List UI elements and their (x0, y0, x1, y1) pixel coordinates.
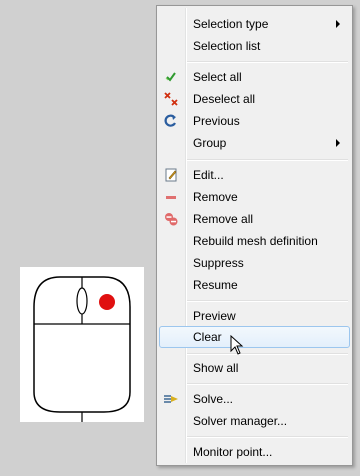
remove-all-icon (165, 213, 178, 226)
select-all-icon (165, 72, 176, 82)
menu-item-label: Clear (193, 330, 222, 344)
menu-item-group[interactable]: Group (159, 132, 350, 154)
menu-item-suppress[interactable]: Suppress (159, 252, 350, 274)
menu-item-remove-all[interactable]: Remove all (159, 208, 350, 230)
menu-item-monitor-point[interactable]: Monitor point... (159, 441, 350, 463)
menu-item-label: Remove (193, 190, 238, 204)
menu-item-label: Group (193, 136, 227, 150)
remove-icon (166, 196, 176, 199)
menu-separator (187, 436, 348, 438)
context-menu: Selection type Selection list Select all… (156, 5, 353, 466)
menu-item-edit[interactable]: Edit... (159, 164, 350, 186)
menu-item-show-all[interactable]: Show all (159, 357, 350, 379)
menu-separator (187, 353, 348, 355)
menu-item-label: Preview (193, 309, 236, 323)
menu-item-label: Resume (193, 278, 238, 292)
mouse-icon (33, 276, 131, 422)
menu-item-label: Show all (193, 361, 239, 375)
mouse-pointer-icon (230, 335, 244, 355)
menu-item-clear[interactable]: Clear (159, 326, 350, 348)
previous-icon (164, 114, 176, 127)
menu-item-resume[interactable]: Resume (159, 274, 350, 296)
menu-item-label: Edit... (193, 168, 224, 182)
menu-item-label: Rebuild mesh definition (193, 234, 318, 248)
menu-item-label: Selection list (193, 39, 261, 53)
menu-item-label: Suppress (193, 256, 244, 270)
submenu-arrow-icon (336, 20, 340, 28)
solve-icon (164, 395, 178, 403)
menu-item-solve[interactable]: Solve... (159, 388, 350, 410)
menu-item-selection-list[interactable]: Selection list (159, 35, 350, 57)
menu-item-label: Deselect all (193, 92, 256, 106)
right-button-indicator (99, 294, 115, 310)
menu-item-label: Solve... (193, 392, 234, 406)
menu-item-label: Monitor point... (193, 445, 273, 459)
edit-icon (165, 168, 177, 182)
menu-separator (187, 159, 348, 161)
menu-item-label: Solver manager... (193, 414, 288, 428)
menu-item-label: Selection type (193, 17, 269, 31)
menu-item-solver-manager[interactable]: Solver manager... (159, 410, 350, 432)
deselect-all-icon (164, 92, 178, 106)
menu-separator (187, 300, 348, 302)
menu-item-label: Remove all (193, 212, 254, 226)
menu-item-label: Previous (193, 114, 240, 128)
menu-item-preview[interactable]: Preview (159, 305, 350, 327)
menu-separator (187, 383, 348, 385)
menu-item-rebuild-mesh-definition[interactable]: Rebuild mesh definition (159, 230, 350, 252)
menu-item-remove[interactable]: Remove (159, 186, 350, 208)
menu-item-previous[interactable]: Previous (159, 110, 350, 132)
menu-item-deselect-all[interactable]: Deselect all (159, 88, 350, 110)
submenu-arrow-icon (336, 139, 340, 147)
menu-item-select-all[interactable]: Select all (159, 66, 350, 88)
menu-item-selection-type[interactable]: Selection type (159, 13, 350, 35)
menu-item-label: Select all (193, 70, 242, 84)
mouse-button-hint-panel (20, 267, 144, 422)
menu-separator (187, 61, 348, 63)
